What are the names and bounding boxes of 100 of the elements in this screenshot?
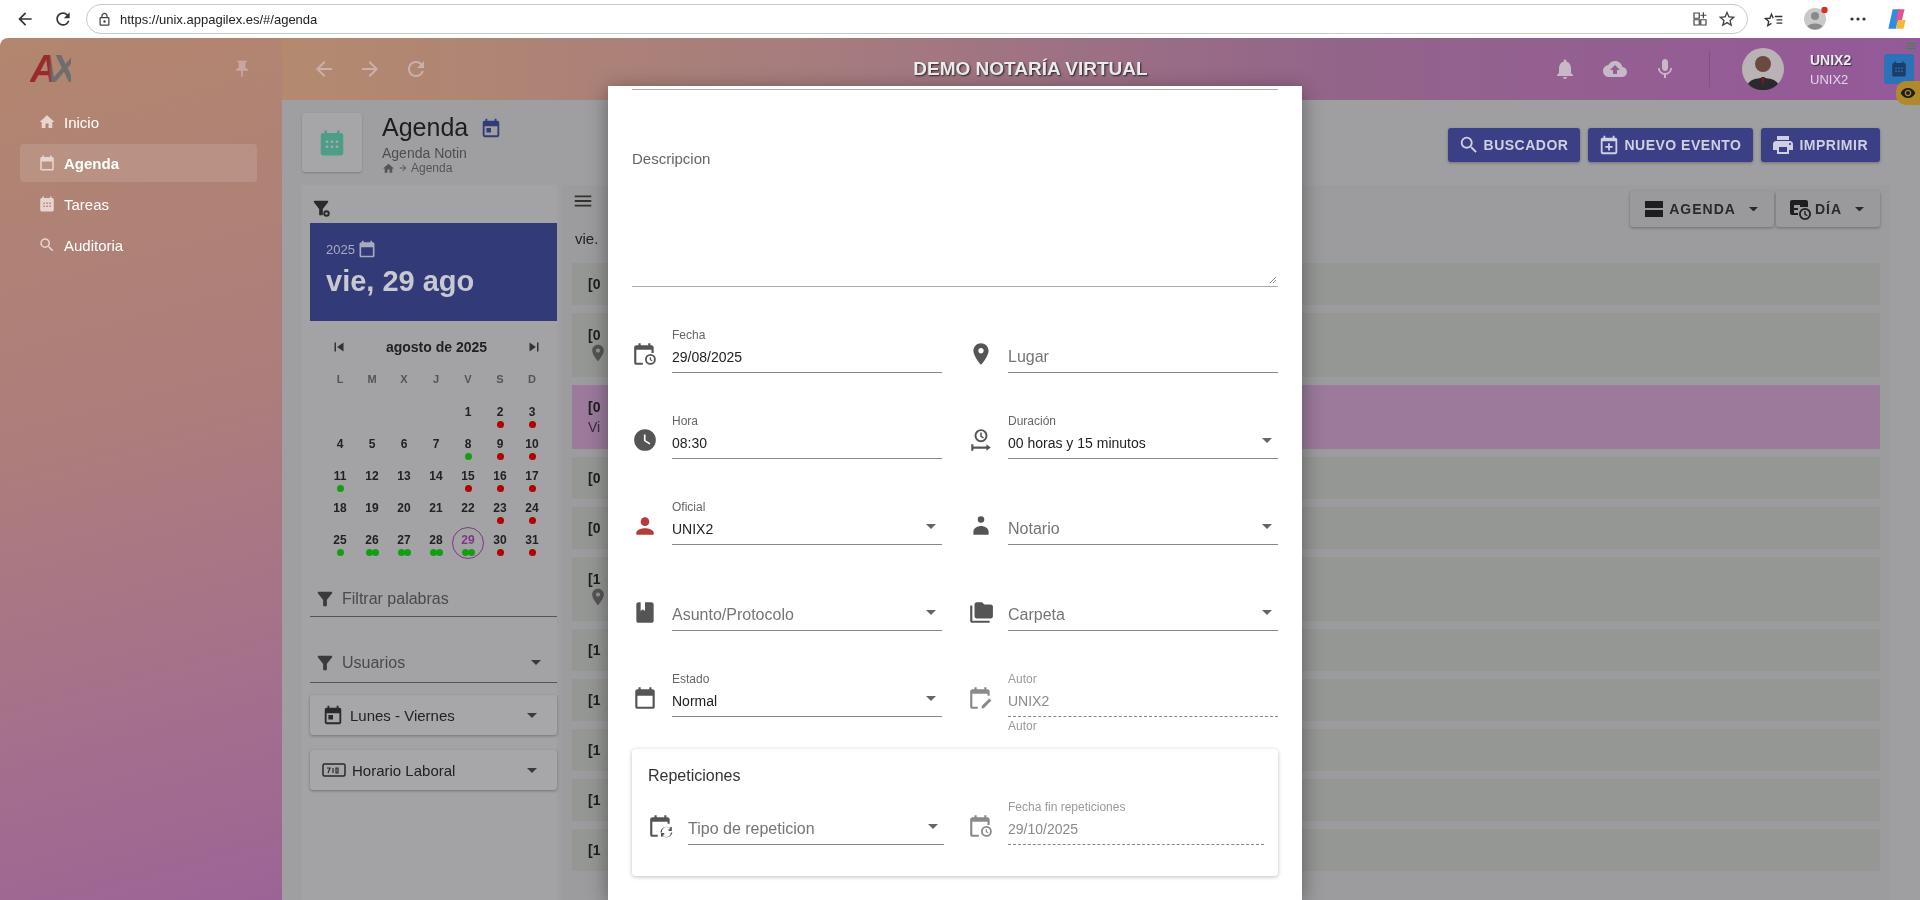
- weekday-label: L: [335, 373, 345, 387]
- action-button[interactable]: BUSCADOR: [1447, 128, 1581, 162]
- view-select[interactable]: AGENDA: [1630, 191, 1774, 227]
- calendar-day[interactable]: 1: [452, 399, 484, 431]
- user-role: UNIX2: [1810, 71, 1850, 87]
- lock-icon: [97, 11, 112, 27]
- place-field[interactable]: Lugar: [1008, 346, 1278, 373]
- dropdown-caret-icon: [527, 767, 537, 773]
- calendar-day[interactable]: 31: [516, 527, 548, 559]
- dropdown-caret-icon: [1262, 523, 1272, 529]
- star-icon[interactable]: [1717, 9, 1737, 29]
- calendar-clock-icon: [968, 813, 994, 839]
- sidebar-item[interactable]: Auditoria: [20, 226, 257, 264]
- refresh-icon[interactable]: [53, 9, 73, 29]
- event-time: [0: [588, 520, 601, 536]
- event-time: [1: [588, 842, 601, 858]
- year-label[interactable]: 2025: [326, 241, 355, 257]
- event-time: [1: [588, 692, 601, 708]
- print-icon: [1771, 133, 1796, 157]
- event-time: [0: [588, 470, 601, 486]
- calendar-day[interactable]: 3: [516, 399, 548, 431]
- calendar-day[interactable]: 6: [388, 431, 420, 463]
- calendar-day[interactable]: 27: [388, 527, 420, 559]
- action-button[interactable]: IMPRIMIR: [1761, 128, 1880, 162]
- calendar-day[interactable]: 20: [388, 495, 420, 527]
- calendar-day[interactable]: 21: [420, 495, 452, 527]
- filter-words-field[interactable]: Filtrar palabras: [310, 581, 557, 617]
- time-field[interactable]: Hora 08:30: [672, 414, 942, 459]
- calendar-day[interactable]: 23: [484, 495, 516, 527]
- calendar-day[interactable]: 10: [516, 431, 548, 463]
- time-display-icon: [322, 762, 346, 778]
- event-time: [1: [588, 742, 601, 758]
- calendar-edit-icon: [968, 685, 994, 711]
- calendar-day[interactable]: 26: [356, 527, 388, 559]
- clock-icon: [632, 427, 658, 453]
- visibility-badge[interactable]: [1896, 81, 1920, 105]
- home-icon: [38, 113, 56, 131]
- calendar-day[interactable]: 12: [356, 463, 388, 495]
- calendar-day[interactable]: 8: [452, 431, 484, 463]
- notary-select[interactable]: Notario: [1008, 518, 1278, 545]
- resize-grip-icon[interactable]: [1269, 276, 1277, 284]
- month-label: agosto de 2025: [385, 339, 488, 355]
- users-select[interactable]: Usuarios: [310, 643, 557, 683]
- event-title: Vi: [588, 419, 601, 435]
- calendar-day[interactable]: 24: [516, 495, 548, 527]
- calendar-day[interactable]: 19: [356, 495, 388, 527]
- calendar-day[interactable]: 11: [324, 463, 356, 495]
- weekdays-select[interactable]: Lunes - Viernes: [310, 695, 557, 735]
- calendar-day[interactable]: 18: [324, 495, 356, 527]
- dropdown-caret-icon: [926, 609, 936, 615]
- calendar-icon: [322, 704, 344, 726]
- calendar-day[interactable]: 2: [484, 399, 516, 431]
- subject-select[interactable]: Asunto/Protocolo: [672, 604, 942, 631]
- event-time: [1: [588, 792, 601, 808]
- calendar-button[interactable]: [1884, 54, 1914, 84]
- calendar-day[interactable]: 15: [452, 463, 484, 495]
- dropdown-caret-icon: [1748, 206, 1758, 212]
- weekday-label: V: [463, 373, 473, 387]
- event-time: [1: [588, 642, 601, 658]
- app-title: DEMO NOTARÍA VIRTUAL: [912, 58, 1149, 80]
- calendar-day[interactable]: 9: [484, 431, 516, 463]
- duration-select[interactable]: Duración 00 horas y 15 minutos: [1008, 414, 1278, 459]
- calendar-day[interactable]: 25: [324, 527, 356, 559]
- calendar-repeat-icon: [648, 813, 674, 839]
- view-select[interactable]: DÍA: [1775, 191, 1880, 227]
- weekday-label: J: [431, 373, 441, 387]
- calendar-day[interactable]: 28: [420, 527, 452, 559]
- grid-plus-icon[interactable]: [1691, 10, 1709, 28]
- sidebar-item[interactable]: Inicio: [20, 103, 257, 141]
- status-select[interactable]: Estado Normal: [672, 672, 942, 717]
- calendar-day[interactable]: 16: [484, 463, 516, 495]
- calendar-clock-icon: [1787, 197, 1812, 221]
- calendar-day[interactable]: 17: [516, 463, 548, 495]
- calendar-day[interactable]: 22: [452, 495, 484, 527]
- sidebar-item[interactable]: Tareas: [20, 185, 257, 223]
- dropdown-caret-icon: [926, 695, 936, 701]
- avatar[interactable]: [1742, 48, 1784, 90]
- officer-select[interactable]: Oficial UNIX2: [672, 500, 942, 545]
- calendar-day[interactable]: 30: [484, 527, 516, 559]
- calendar-day[interactable]: 14: [420, 463, 452, 495]
- action-button[interactable]: NUEVO EVENTO: [1588, 128, 1754, 162]
- folder-select[interactable]: Carpeta: [1008, 604, 1278, 631]
- event-time: [0: [588, 276, 601, 292]
- timer-icon: [968, 427, 994, 453]
- repeat-type-select[interactable]: Tipo de repeticion: [688, 818, 944, 845]
- calendar-day[interactable]: 13: [388, 463, 420, 495]
- date-field[interactable]: Fecha 29/08/2025: [672, 328, 942, 373]
- calendar-day[interactable]: 4: [324, 431, 356, 463]
- profile-icon[interactable]: [1802, 5, 1830, 33]
- dropdown-caret-icon: [531, 660, 541, 665]
- weekday-label: M: [366, 373, 378, 387]
- event-time: [0: [588, 327, 601, 343]
- card-title: Repeticiones: [648, 767, 742, 785]
- work-hours-select[interactable]: Horario Laboral: [310, 750, 557, 790]
- calendar-day[interactable]: 7: [420, 431, 452, 463]
- calendar-day[interactable]: 5: [356, 431, 388, 463]
- dropdown-caret-icon: [1855, 206, 1864, 212]
- description-field[interactable]: Descripcion: [632, 150, 1278, 287]
- folder-icon: [968, 599, 994, 625]
- calendar-clock-icon: [632, 341, 658, 367]
